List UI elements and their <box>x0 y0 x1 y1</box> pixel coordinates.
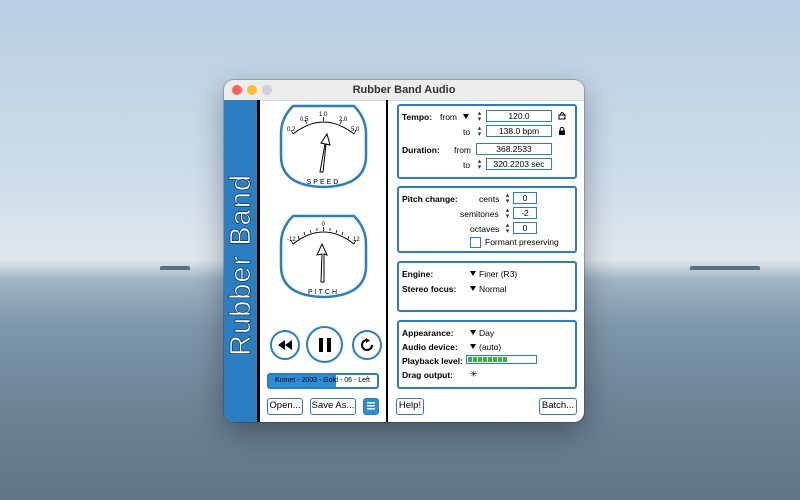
chevron-down-icon <box>470 330 476 335</box>
rewind-icon <box>278 340 292 350</box>
tempo-to-stepper[interactable]: ▴ ▾ <box>476 125 483 138</box>
speed-label: SPEED <box>307 179 341 186</box>
appearance-label: Appearance: <box>402 328 454 338</box>
loop-button[interactable] <box>352 330 382 360</box>
tempo-from-dropdown[interactable]: from <box>440 112 472 122</box>
rewind-button[interactable] <box>270 330 300 360</box>
close-button[interactable] <box>232 85 242 95</box>
cents-label: cents <box>479 194 500 204</box>
tempo-label: Tempo: <box>402 112 433 122</box>
level-segment <box>483 357 487 362</box>
list-icon <box>367 402 375 410</box>
duration-from-label: from <box>454 145 471 155</box>
level-segment <box>498 357 502 362</box>
semitones-field[interactable]: -2 <box>513 207 537 219</box>
tempo-from-field[interactable]: 120.0 <box>486 110 552 122</box>
background-island-left <box>160 266 190 270</box>
octaves-stepper[interactable]: ▴ ▾ <box>504 222 511 235</box>
chevron-down-icon <box>470 344 476 349</box>
titlebar: Rubber Band Audio <box>224 80 584 101</box>
eraser-icon[interactable] <box>558 112 566 120</box>
engine-dropdown[interactable]: Finer (R3) <box>470 269 517 279</box>
speed-tick-2: 1.0 <box>319 112 328 118</box>
level-segment <box>493 357 497 362</box>
help-button[interactable]: Help! <box>396 398 424 415</box>
formant-label: Formant preserving <box>485 237 559 247</box>
chevron-down-icon <box>470 271 476 276</box>
level-segment <box>478 357 482 362</box>
speed-meter: 0.2 0.5 1.0 2.0 5.0 SPEED <box>279 104 368 189</box>
pitch-tick-0: -12 <box>287 237 296 243</box>
level-segment <box>488 357 492 362</box>
zoom-button[interactable] <box>262 85 272 95</box>
cents-field[interactable]: 0 <box>513 192 537 204</box>
cents-stepper[interactable]: ▴ ▾ <box>504 192 511 205</box>
level-segment <box>468 357 472 362</box>
duration-to-stepper[interactable]: ▴ ▾ <box>476 158 483 171</box>
speed-tick-3: 2.0 <box>339 117 348 123</box>
octaves-field[interactable]: 0 <box>513 222 537 234</box>
background-island-right <box>690 266 760 270</box>
semitones-stepper[interactable]: ▴ ▾ <box>504 207 511 220</box>
appearance-value: Day <box>479 328 495 338</box>
drag-output-icon[interactable]: ✳ <box>470 369 478 380</box>
duration-label: Duration: <box>402 145 440 155</box>
speed-tick-0: 0.2 <box>287 127 296 133</box>
tempo-from-stepper[interactable]: ▴ ▾ <box>476 110 483 123</box>
audio-device-label: Audio device: <box>402 342 458 352</box>
pitch-tick-2: 12 <box>353 237 360 243</box>
duration-from-field[interactable]: 368.2533 <box>476 143 552 155</box>
stereo-focus-dropdown[interactable]: Normal <box>470 284 506 294</box>
window-title: Rubber Band Audio <box>352 84 456 96</box>
pitch-label: PITCH <box>308 289 339 296</box>
open-button[interactable]: Open... <box>267 398 303 415</box>
duration-to-label: to <box>463 160 471 170</box>
appearance-dropdown[interactable]: Day <box>470 328 494 338</box>
pause-button[interactable] <box>306 326 343 363</box>
stereo-focus-value: Normal <box>479 284 507 294</box>
playback-level-meter[interactable] <box>466 355 537 364</box>
drag-output-label: Drag output: <box>402 370 453 380</box>
level-segment <box>503 357 507 362</box>
track-name: Komet - 2003 - Gold - 06 - Left <box>275 377 370 384</box>
chevron-down-icon <box>463 114 470 119</box>
level-segment <box>473 357 477 362</box>
loop-icon <box>361 338 373 351</box>
stereo-focus-label: Stereo focus: <box>402 284 457 294</box>
audio-device-value: (auto) <box>479 342 502 352</box>
save-as-button[interactable]: Save As... <box>310 398 356 415</box>
audio-device-dropdown[interactable]: (auto) <box>470 342 501 352</box>
engine-label: Engine: <box>402 269 434 279</box>
menu-button[interactable] <box>363 398 379 415</box>
pitch-meter: -12 0 12 PITCH <box>279 214 368 299</box>
lock-icon[interactable] <box>558 127 566 135</box>
engine-value: Finer (R3) <box>479 269 518 279</box>
duration-to-field[interactable]: 320.2203 sec <box>486 158 552 170</box>
pitch-change-label: Pitch change: <box>402 194 458 204</box>
track-position-bar[interactable]: Komet - 2003 - Gold - 06 - Left <box>267 373 379 389</box>
pause-icon <box>318 337 331 352</box>
tempo-to-label: to <box>463 127 471 137</box>
speed-tick-1: 0.5 <box>300 117 309 123</box>
playback-level-label: Playback level: <box>402 356 463 366</box>
minimize-button[interactable] <box>247 85 257 95</box>
speed-tick-4: 5.0 <box>351 127 360 133</box>
semitones-label: semitones <box>460 209 499 219</box>
tempo-to-field[interactable]: 138.0 bpm <box>486 125 552 137</box>
chevron-down-icon <box>470 286 476 291</box>
batch-button[interactable]: Batch... <box>539 398 577 415</box>
formant-checkbox[interactable] <box>470 237 481 248</box>
octaves-label: octaves <box>470 224 500 234</box>
tempo-from-label: from <box>440 112 457 122</box>
